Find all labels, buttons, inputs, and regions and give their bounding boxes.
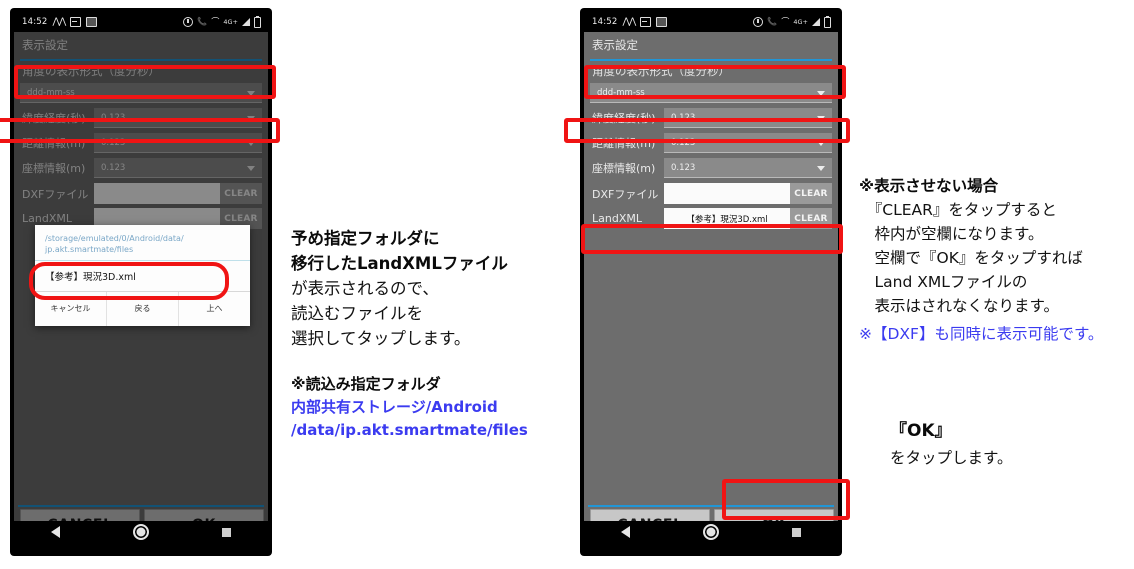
status-bar-right-right-group: 📞 ⌒ 4G+ xyxy=(753,12,831,32)
note-right-top-line-3: 枠内が空欄になります。 xyxy=(859,225,1044,243)
nav-recents-icon[interactable] xyxy=(792,527,802,537)
battery-icon xyxy=(824,15,831,28)
signal-icon xyxy=(242,18,250,26)
screenshot-icon xyxy=(640,17,652,27)
nav-recents-icon[interactable] xyxy=(222,527,232,537)
signal-icon xyxy=(812,18,820,26)
status-time: 14:52 xyxy=(592,17,618,27)
note-right-bottom: 『OK』 をタップします。 xyxy=(890,418,1012,472)
photo-icon xyxy=(656,17,668,27)
note-right-bottom-line-1: 『OK』 xyxy=(890,421,952,441)
row-coord-right: 座標情報(m) 0.123 xyxy=(590,158,832,178)
row-dxf-right: DXFファイル CLEAR xyxy=(590,183,832,204)
note-right-blue: ※【DXF】も同時に表示可能です。 xyxy=(859,322,1103,346)
note-middle-line-5: 選択してタップします。 xyxy=(291,329,471,348)
note-middle: 予め指定フォルダに 移行したLandXMLファイル が表示されるので、 読込むフ… xyxy=(291,226,528,442)
highlight-row-latlon-right xyxy=(564,118,850,143)
highlight-section-heading-right xyxy=(584,65,846,99)
nav-home-icon[interactable] xyxy=(132,524,149,540)
dialog-path-line2: jp.akt.smartmate/files xyxy=(45,245,134,254)
photo-icon xyxy=(86,17,98,27)
landxml-file-value-right: 【参考】現況3D.xml xyxy=(686,214,768,225)
note-middle-spacer xyxy=(291,351,528,373)
battery-icon xyxy=(254,15,261,28)
note-middle-line-1: 予め指定フォルダに xyxy=(291,229,440,248)
status-time: 14:52 xyxy=(22,17,48,27)
wave-icon: ⋀⋀ xyxy=(622,16,637,27)
dialog-path-line1: /storage/emulated/0/Android/data/ xyxy=(45,234,184,243)
note-middle-sub-line-3: /data/ip.akt.smartmate/files xyxy=(291,421,528,439)
accent-rule-right xyxy=(590,59,832,61)
note-right-top-line-1: ※表示させない場合 xyxy=(859,177,999,195)
status-bar-right-left-group: 14:52 ⋀⋀ xyxy=(592,12,668,32)
note-middle-line-4: 読込むファイルを xyxy=(291,304,423,323)
vpn-icon: ⌒ xyxy=(211,17,220,26)
note-right-top-line-6: 表示はされなくなります。 xyxy=(859,297,1059,315)
note-right-blue-line: ※【DXF】も同時に表示可能です。 xyxy=(859,325,1104,343)
screenshot-canvas: 14:52 ⋀⋀ 📞 ⌒ 4G+ 表示設定 角度の表示形式（度分秒） ddd-m… xyxy=(0,0,1134,569)
row-coord-spinner-right[interactable]: 0.123 xyxy=(664,158,832,178)
highlight-row-latlon-left xyxy=(0,118,280,143)
status-bar-left: 14:52 ⋀⋀ 📞 ⌒ 4G+ xyxy=(14,12,268,32)
missed-call-icon: 📞 xyxy=(197,17,208,26)
missed-call-icon: 📞 xyxy=(767,17,778,26)
row-dxf-label-right: DXFファイル xyxy=(592,187,659,201)
nav-bar-right xyxy=(584,521,838,543)
status-bar-right-group: 📞 ⌒ 4G+ xyxy=(183,12,261,32)
nav-bar-left xyxy=(14,521,268,543)
note-middle-line-3: が表示されるので、 xyxy=(291,279,439,298)
dialog-path: /storage/emulated/0/Android/data/ jp.akt… xyxy=(35,225,250,260)
highlight-dialog-file-item xyxy=(29,262,229,300)
note-right-top-line-4: 空欄で『OK』をタップすれば xyxy=(859,249,1083,267)
dxf-clear-button-right[interactable]: CLEAR xyxy=(790,183,832,204)
dnd-icon xyxy=(183,17,194,27)
highlight-landxml-row-right xyxy=(581,224,843,254)
note-middle-sub-line-2: 内部共有ストレージ/Android xyxy=(291,398,498,416)
row-coord-value-right: 0.123 xyxy=(671,162,696,173)
dxf-file-field-right[interactable] xyxy=(664,183,790,204)
note-middle-line-2: 移行したLandXMLファイル xyxy=(291,254,508,273)
note-right-bottom-line-2: をタップします。 xyxy=(890,449,1013,467)
chevron-down-icon xyxy=(817,165,825,171)
network-4g-plus-icon: 4G+ xyxy=(793,18,808,26)
wave-icon: ⋀⋀ xyxy=(52,16,67,27)
network-4g-plus-icon: 4G+ xyxy=(223,18,238,26)
vpn-icon: ⌒ xyxy=(781,17,790,26)
highlight-section-heading-left xyxy=(14,65,276,99)
app-body-right: 表示設定 角度の表示形式（度分秒） ddd-mm-ss 緯度経度(秒) 0.12… xyxy=(584,32,838,543)
dnd-icon xyxy=(753,17,764,27)
note-middle-sub-line-1: ※読込み指定フォルダ xyxy=(291,375,441,393)
note-right-top: ※表示させない場合 『CLEAR』をタップすると 枠内が空欄になります。 空欄で… xyxy=(859,174,1083,318)
status-bar-right: 14:52 ⋀⋀ 📞 ⌒ 4G+ xyxy=(584,12,838,32)
nav-back-icon[interactable] xyxy=(50,526,60,538)
note-right-top-line-5: Land XMLファイルの xyxy=(859,273,1028,291)
row-coord-label-right: 座標情報(m) xyxy=(592,162,656,175)
note-right-top-line-2: 『CLEAR』をタップすると xyxy=(859,201,1057,219)
nav-home-icon[interactable] xyxy=(702,524,719,540)
highlight-ok-button-right xyxy=(722,479,850,520)
page-title-right: 表示設定 xyxy=(584,32,838,58)
screenshot-icon xyxy=(70,17,82,27)
nav-back-icon[interactable] xyxy=(620,526,630,538)
status-bar-left-group: 14:52 ⋀⋀ xyxy=(22,12,98,32)
